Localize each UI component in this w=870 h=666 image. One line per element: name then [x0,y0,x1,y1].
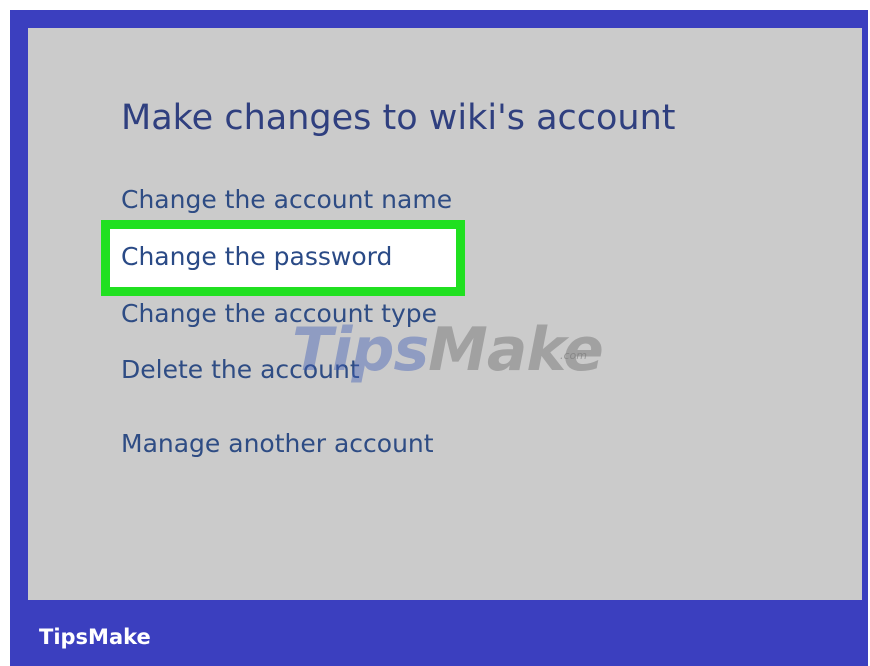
delete-account-link[interactable]: Delete the account [121,353,360,387]
manage-another-account-link[interactable]: Manage another account [121,427,434,461]
brand-label: TipsMake [39,625,151,649]
page-title: Make changes to wiki's account [121,98,676,138]
change-account-name-link[interactable]: Change the account name [121,183,452,217]
change-account-type-link[interactable]: Change the account type [121,297,437,331]
change-password-link[interactable]: Change the password [121,240,392,274]
